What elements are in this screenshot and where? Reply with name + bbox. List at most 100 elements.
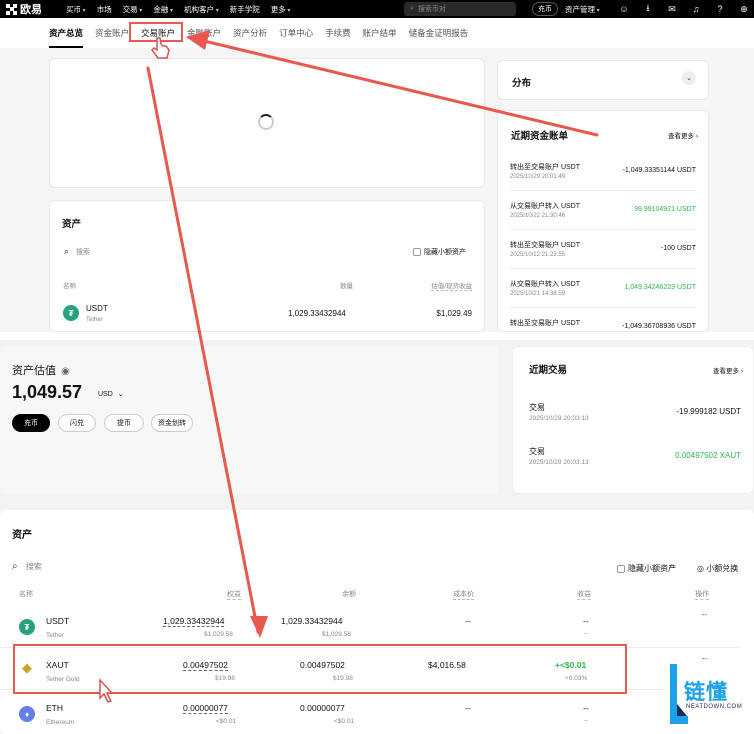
asset-pnl-pct: -- bbox=[584, 630, 589, 637]
download-icon[interactable]: ⭳ bbox=[642, 3, 654, 15]
okx-logo[interactable]: 欧易 bbox=[6, 1, 42, 17]
overview-asset-search-input[interactable]: ⌕ 搜索 bbox=[64, 246, 90, 257]
ledger-time: 2025/10/21 14:38:59 bbox=[510, 291, 566, 297]
tab-funding-account[interactable]: 资金账户 bbox=[95, 27, 129, 39]
asset-name: Ethereum bbox=[46, 719, 75, 726]
asset-subtabs: 资产总览 资金账户 交易账户 金融账户 资产分析 订单中心 手续费 账户结单 储… bbox=[0, 18, 754, 48]
deposit-button[interactable]: 充币 bbox=[532, 2, 558, 16]
loading-spinner-icon bbox=[258, 114, 274, 130]
asset-pnl: -- bbox=[583, 616, 589, 626]
tab-analysis[interactable]: 资产分析 bbox=[233, 27, 267, 39]
nav-academy[interactable]: 新手学院 bbox=[230, 4, 260, 15]
trades-see-more-link[interactable]: 查看更多 bbox=[713, 365, 743, 375]
col-ops: 操作 bbox=[695, 591, 709, 600]
ledger-row[interactable]: 从交易账户转入 USDT 2025/10/22 21:30:46 99.9910… bbox=[510, 192, 696, 230]
tab-proof-of-reserves[interactable]: 储备金证明报告 bbox=[409, 27, 469, 39]
overview-assets-title: 资产 bbox=[62, 219, 82, 230]
small-convert-button[interactable]: ◎ 小额兑换 bbox=[697, 563, 738, 574]
distribution-title: 分布 bbox=[512, 78, 532, 89]
trade-row[interactable]: 交易 2025/10/29 20:03:13 0.00497502 XAUT bbox=[529, 446, 741, 482]
recent-trades-card: 近期交易 查看更多 交易 2025/10/29 20:03:13 -19.999… bbox=[512, 346, 754, 494]
ledger-row[interactable]: 从交易账户转入 USDT 2025/10/21 14:38:59 1,049.3… bbox=[510, 270, 696, 308]
table-row[interactable] bbox=[0, 692, 740, 734]
asset-equity-usd: <$0.01 bbox=[216, 718, 237, 725]
hide-small-assets-toggle[interactable]: 隐藏小额资产 bbox=[413, 247, 466, 257]
search-placeholder: 搜索 bbox=[76, 249, 90, 256]
col-pnl: 收益 bbox=[577, 591, 591, 600]
neatdown-watermark-logo: 链懂 NEATDOWN.COM bbox=[666, 662, 754, 734]
ledger-row[interactable]: 转出至交易账户 USDT 2025/10/22 21:23:55 -100 US… bbox=[510, 231, 696, 269]
deposit-pill-button[interactable]: 充币 bbox=[12, 414, 50, 432]
eye-icon[interactable]: ◉ bbox=[61, 366, 70, 377]
nav-trade[interactable]: 交易 bbox=[123, 4, 143, 15]
asset-name: Tether bbox=[86, 317, 103, 323]
col-balance: 余额 bbox=[342, 591, 356, 598]
asset-management-menu[interactable]: 资产管理 bbox=[565, 4, 600, 15]
search-placeholder: 搜索 bbox=[25, 562, 42, 571]
message-icon[interactable]: ✉ bbox=[666, 3, 678, 15]
okx-logo-icon bbox=[6, 3, 17, 15]
asset-name: Tether bbox=[46, 632, 65, 639]
col-equity: 权益 bbox=[227, 591, 241, 600]
xaut-row-highlight bbox=[13, 644, 627, 694]
chevron-down-icon[interactable]: ⌄ bbox=[682, 71, 696, 85]
recent-ledger-title: 近期资金账单 bbox=[511, 131, 569, 142]
globe-icon[interactable]: ⊕ bbox=[738, 3, 750, 15]
col-value: 估值/现货收益 bbox=[431, 280, 472, 291]
ledger-amount: -1,049.33351144 USDT bbox=[622, 167, 696, 174]
tab-fees[interactable]: 手续费 bbox=[325, 27, 351, 39]
nav-buy-crypto[interactable]: 买币 bbox=[66, 4, 86, 15]
overview-assets-card: 资产 ⌕ 搜索 隐藏小额资产 名称 数量 估值/现货收益 ₮ USDT Teth… bbox=[49, 200, 485, 332]
main-nav: 买币 市场 交易 金融 机构客户 新手学院 更多 bbox=[66, 4, 290, 15]
user-icon[interactable]: ☺ bbox=[618, 3, 630, 15]
help-icon[interactable]: ? bbox=[714, 3, 726, 15]
ledger-see-more-link[interactable]: 查看更多 bbox=[668, 130, 698, 140]
valuation-label: 资产估值 ◉ bbox=[12, 362, 70, 378]
recent-ledger-card: 近期资金账单 查看更多 转出至交易账户 USDT 2025/10/29 20:0… bbox=[497, 110, 709, 332]
global-search-input[interactable]: ⌕ 搜索币对 bbox=[404, 2, 516, 16]
tab-order-center[interactable]: 订单中心 bbox=[279, 27, 313, 39]
recent-trades-title: 近期交易 bbox=[529, 365, 568, 376]
nav-more[interactable]: 更多 bbox=[271, 4, 291, 15]
currency-label: USD bbox=[98, 391, 113, 398]
search-placeholder: 搜索币对 bbox=[417, 6, 446, 13]
asset-ops[interactable]: -- bbox=[702, 612, 707, 619]
nav-institutional[interactable]: 机构客户 bbox=[184, 4, 219, 15]
usdt-icon: ₮ bbox=[19, 619, 35, 635]
tab-earn-account[interactable]: 金融账户 bbox=[187, 27, 221, 39]
trade-type: 交易 bbox=[529, 403, 545, 412]
trade-row[interactable]: 交易 2025/10/29 20:03:13 -19.999182 USDT bbox=[529, 402, 741, 438]
asset-cost: -- bbox=[465, 616, 471, 626]
transfer-pill-button[interactable]: 资金划转 bbox=[151, 414, 193, 432]
small-convert-label: 小额兑换 bbox=[706, 564, 739, 573]
trading-hide-small-toggle[interactable]: 隐藏小额资产 bbox=[617, 563, 676, 574]
table-row[interactable] bbox=[0, 606, 740, 648]
col-qty: 数量 bbox=[340, 283, 353, 290]
withdraw-pill-button[interactable]: 提币 bbox=[104, 414, 144, 432]
ledger-desc: 转出至交易账户 USDT bbox=[510, 164, 580, 171]
trading-asset-search-input[interactable]: ⌕ 搜索 bbox=[12, 561, 42, 572]
ledger-amount: -1,049.36708936 USDT bbox=[622, 323, 696, 330]
checkbox-icon bbox=[413, 248, 421, 257]
asset-cost: -- bbox=[465, 703, 471, 713]
currency-select[interactable]: USD ⌄ bbox=[98, 390, 124, 398]
tab-statements[interactable]: 账户结单 bbox=[363, 27, 397, 39]
valuation-label-text: 资产估值 bbox=[12, 365, 56, 377]
ledger-time: 2025/10/22 21:23:55 bbox=[510, 252, 566, 258]
convert-pill-button[interactable]: 闪兑 bbox=[58, 414, 96, 432]
nav-finance[interactable]: 金融 bbox=[153, 4, 173, 15]
trading-tab-highlight bbox=[129, 22, 183, 42]
asset-pnl-pct: -- bbox=[584, 717, 589, 724]
asset-equity: 0.00000077 bbox=[183, 703, 228, 714]
checkbox-icon bbox=[617, 564, 625, 573]
nav-markets[interactable]: 市场 bbox=[97, 4, 112, 15]
ledger-row[interactable]: 转出至交易账户 USDT 2025/10/29 20:01:49 -1,049.… bbox=[510, 153, 696, 191]
asset-equity: 1,029.33432944 bbox=[163, 616, 225, 627]
asset-value: $1,029.49 bbox=[436, 309, 472, 318]
bell-icon[interactable]: ♫ bbox=[690, 3, 702, 15]
asset-qty: 1,029.33432944 bbox=[288, 309, 346, 318]
valuation-amount: 1,049.57 bbox=[12, 382, 83, 402]
trade-type: 交易 bbox=[529, 447, 545, 456]
asset-balance: 1,029.33432944 bbox=[281, 616, 343, 626]
tab-overview[interactable]: 资产总览 bbox=[49, 27, 84, 48]
